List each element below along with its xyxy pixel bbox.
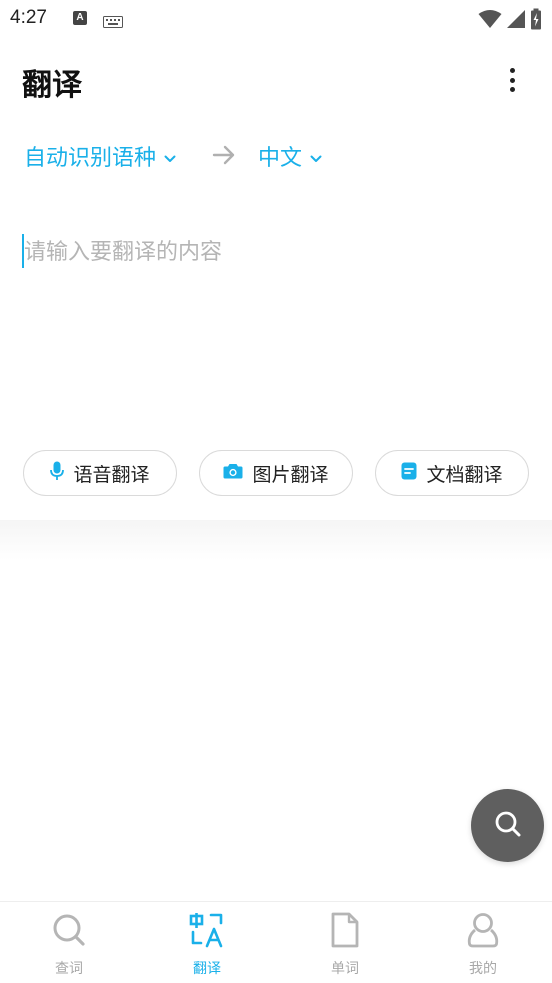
- chevron-down-icon: [164, 144, 176, 169]
- file-icon: [327, 912, 363, 952]
- bottom-nav: 查词 翻译 单词 我的: [0, 901, 552, 983]
- signal-icon: [506, 9, 526, 33]
- document-translate-label: 文档翻译: [426, 463, 503, 486]
- wifi-icon: [478, 9, 502, 33]
- section-divider: [0, 520, 552, 560]
- more-vertical-icon[interactable]: [500, 64, 524, 96]
- battery-charging-icon: [530, 8, 542, 34]
- status-bar: 4:27 A: [0, 0, 552, 38]
- page-title: 翻译: [22, 68, 82, 103]
- keyboard-icon: [103, 13, 123, 32]
- status-time: 4:27: [10, 7, 47, 28]
- nav-label-words: 单词: [331, 961, 359, 977]
- user-icon: [465, 912, 501, 952]
- image-translate-button[interactable]: 图片翻译: [199, 450, 353, 496]
- nav-label-lookup: 查词: [55, 961, 83, 977]
- translate-icon: [189, 912, 225, 952]
- title-bar: 翻译: [0, 56, 552, 106]
- voice-translate-button[interactable]: 语音翻译: [23, 450, 177, 496]
- translation-input[interactable]: [24, 232, 524, 272]
- nav-item-words[interactable]: 单词: [276, 912, 414, 982]
- translation-input-area[interactable]: [22, 232, 530, 412]
- document-icon: [401, 462, 417, 485]
- a-notification-icon: A: [73, 11, 87, 25]
- source-language-dropdown[interactable]: 自动识别语种: [24, 140, 176, 172]
- target-language-label: 中文: [258, 146, 303, 171]
- source-language-label: 自动识别语种: [24, 146, 157, 171]
- nav-item-translate[interactable]: 翻译: [138, 912, 276, 982]
- search-icon: [51, 912, 87, 952]
- search-icon: [493, 809, 523, 843]
- microphone-icon: [50, 461, 65, 486]
- floating-search-button[interactable]: [471, 789, 544, 862]
- nav-label-me: 我的: [469, 961, 497, 977]
- translation-mode-buttons: 语音翻译 图片翻译 文档翻译: [23, 450, 529, 496]
- image-translate-label: 图片翻译: [252, 463, 329, 486]
- nav-item-lookup[interactable]: 查词: [0, 912, 138, 982]
- document-translate-button[interactable]: 文档翻译: [375, 450, 529, 496]
- nav-item-me[interactable]: 我的: [414, 912, 552, 982]
- voice-translate-label: 语音翻译: [73, 463, 150, 486]
- chevron-down-icon: [310, 144, 322, 169]
- camera-icon: [223, 462, 243, 484]
- language-selector: 自动识别语种 中文: [24, 140, 544, 174]
- target-language-dropdown[interactable]: 中文: [258, 140, 322, 172]
- nav-label-translate: 翻译: [193, 961, 221, 977]
- arrow-right-icon: [212, 144, 236, 170]
